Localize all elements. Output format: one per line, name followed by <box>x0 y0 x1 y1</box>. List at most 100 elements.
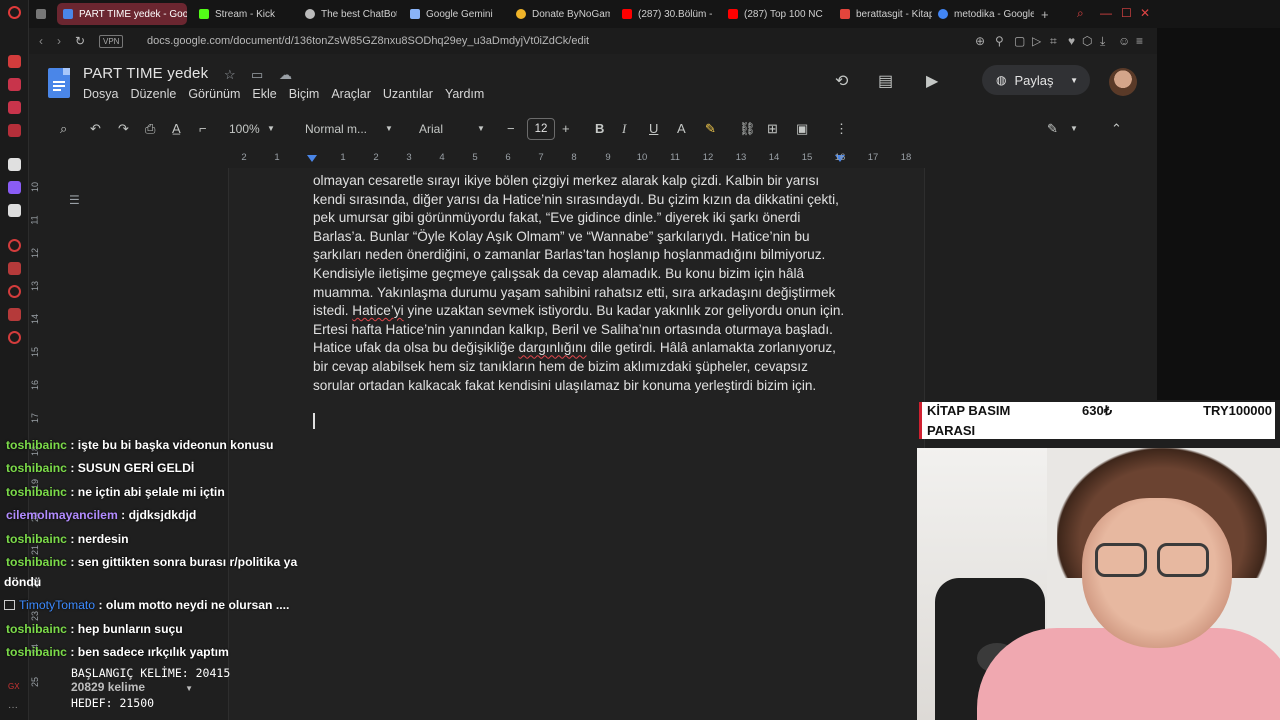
print-icon[interactable]: ⎙ <box>145 121 155 137</box>
menu-araclar[interactable]: Araçlar <box>331 87 371 101</box>
settings-gear-icon[interactable] <box>8 331 21 344</box>
maximize-icon[interactable]: ☐ <box>1121 6 1132 20</box>
decrease-font-size-icon[interactable]: − <box>507 121 515 136</box>
undo-icon[interactable]: ↶ <box>90 121 101 137</box>
chevron-down-icon[interactable]: ▼ <box>185 684 193 693</box>
search-icon[interactable]: ⌕ <box>60 121 67 137</box>
menu-dosya[interactable]: Dosya <box>83 87 118 101</box>
chatgpt-icon[interactable] <box>8 158 21 171</box>
avatar[interactable] <box>1109 68 1137 96</box>
version-history-icon[interactable]: ⟲ <box>835 71 848 91</box>
search-tabs-icon[interactable]: ⌕ <box>1077 6 1084 21</box>
star-icon[interactable]: ☆ <box>224 67 236 83</box>
style-select[interactable]: Normal m... <box>305 122 367 136</box>
menu-duzenle[interactable]: Düzenle <box>130 87 176 101</box>
increase-font-size-icon[interactable]: + <box>562 121 570 136</box>
address-bar: ‹ › ↻ VPN docs.google.com/document/d/136… <box>29 28 1157 54</box>
close-window-icon[interactable]: ✕ <box>1140 6 1150 20</box>
menu-bicim[interactable]: Biçim <box>289 87 320 101</box>
opera-logo-icon[interactable] <box>8 6 21 19</box>
tab-2[interactable]: The best ChatBot <box>299 3 397 25</box>
forward-icon[interactable]: › <box>57 34 61 48</box>
document-page[interactable]: olmayan cesaretle sırayı ikiye bölen çiz… <box>228 168 925 720</box>
url-field[interactable]: docs.google.com/document/d/136tonZsW85GZ… <box>147 35 589 47</box>
italic-icon[interactable]: I <box>622 121 626 137</box>
misspelled-word[interactable]: Hatice’yi <box>352 303 403 318</box>
editing-mode-icon[interactable]: ✎ <box>1047 121 1058 137</box>
player-icon[interactable] <box>8 239 21 252</box>
comments-icon[interactable]: ▤ <box>878 71 893 91</box>
gx-icon[interactable]: GX <box>8 682 21 695</box>
vpn-badge[interactable]: VPN <box>99 35 124 48</box>
spellcheck-icon[interactable]: A̲ <box>172 121 181 136</box>
send-icon[interactable]: ▷ <box>1032 34 1041 48</box>
tab-7[interactable]: berattasgit - Kitap <box>834 3 932 25</box>
outline-icon[interactable]: ☰ <box>69 193 80 207</box>
extensions-icon[interactable] <box>8 308 21 321</box>
camera-icon[interactable]: ⌗ <box>1050 34 1057 49</box>
tab-1[interactable]: Stream - Kick <box>193 3 293 25</box>
horizontal-ruler[interactable]: 2 1 1 2 3 4 5 6 7 8 9 10 11 12 13 14 15 16 17 18 <box>29 150 1157 168</box>
chevron-down-icon[interactable]: ▼ <box>267 124 275 133</box>
tab-8[interactable]: metodika - Google <box>932 3 1034 25</box>
more-options-icon[interactable]: ⋮ <box>835 121 848 137</box>
download-icon[interactable]: ⤓ <box>1100 34 1105 49</box>
add-comment-icon[interactable]: ⊞ <box>767 121 778 137</box>
chevron-down-icon[interactable]: ▼ <box>1070 76 1078 85</box>
snapshot-icon[interactable]: ▢ <box>1014 34 1025 48</box>
bookmarks-icon[interactable] <box>8 262 21 275</box>
link-icon[interactable]: ⛓ <box>739 121 756 137</box>
menu-icon[interactable]: ≡ <box>1136 34 1143 48</box>
tab-3[interactable]: Google Gemini <box>404 3 504 25</box>
underline-icon[interactable]: U <box>649 121 658 136</box>
menu-ekle[interactable]: Ekle <box>252 87 276 101</box>
zoom-icon[interactable]: ⊕ <box>975 34 985 48</box>
menu-uzantilar[interactable]: Uzantılar <box>383 87 433 101</box>
x-twitter-icon[interactable] <box>8 204 21 217</box>
messenger-icon[interactable] <box>8 78 21 91</box>
profile-icon[interactable]: ☺ <box>1118 34 1130 48</box>
text-color-icon[interactable]: A <box>677 121 686 136</box>
docs-logo-icon[interactable] <box>48 68 70 98</box>
share-button[interactable]: ◍ Paylaş ▼ <box>982 65 1090 95</box>
twitch-icon[interactable] <box>8 181 21 194</box>
highlight-icon[interactable]: ✎ <box>705 121 716 137</box>
workspace-icon[interactable] <box>31 3 53 25</box>
aria-icon[interactable] <box>8 55 21 68</box>
font-select[interactable]: Arial <box>419 122 443 136</box>
redo-icon[interactable]: ↷ <box>118 121 129 137</box>
instagram-icon[interactable] <box>8 101 21 114</box>
insert-image-icon[interactable]: ▣ <box>796 121 808 137</box>
tab-6[interactable]: (287) Top 100 NC <box>722 3 828 25</box>
bold-icon[interactable]: B <box>595 121 604 136</box>
tab-0[interactable]: PART TIME yedek - Goog× <box>57 3 187 25</box>
chevron-down-icon[interactable]: ▼ <box>1070 124 1078 133</box>
paint-format-icon[interactable]: ⌐ <box>199 121 207 136</box>
left-indent-marker[interactable] <box>307 155 317 162</box>
more-icon[interactable]: ··· <box>8 702 21 715</box>
hide-menus-icon[interactable]: ⌃ <box>1111 121 1122 137</box>
new-tab-button[interactable]: + <box>1035 3 1055 25</box>
heart-icon[interactable]: ♥ <box>1068 34 1075 48</box>
meet-icon[interactable]: ▶ <box>926 71 938 91</box>
zoom-select[interactable]: 100% <box>229 122 260 136</box>
document-body[interactable]: olmayan cesaretle sırayı ikiye bölen çiz… <box>313 172 853 395</box>
document-title[interactable]: PART TIME yedek <box>83 65 208 82</box>
font-size-input[interactable]: 12 <box>527 118 555 140</box>
minimize-icon[interactable]: — <box>1100 6 1112 20</box>
move-folder-icon[interactable]: ▭ <box>251 67 263 83</box>
tab-5[interactable]: (287) 30.Bölüm - <box>616 3 716 25</box>
pin-icon[interactable]: ⚲ <box>995 34 1004 48</box>
cloud-status-icon[interactable]: ☁ <box>279 67 292 83</box>
extensions-puzzle-icon[interactable]: ⬡ <box>1082 34 1092 48</box>
mail-icon[interactable] <box>8 124 21 137</box>
chevron-down-icon[interactable]: ▼ <box>385 124 393 133</box>
history-icon[interactable] <box>8 285 21 298</box>
reload-icon[interactable]: ↻ <box>75 34 85 48</box>
menu-gorunum[interactable]: Görünüm <box>188 87 240 101</box>
misspelled-word[interactable]: dargınlığını <box>519 340 587 355</box>
menu-yardim[interactable]: Yardım <box>445 87 484 101</box>
tab-4[interactable]: Donate ByNoGam <box>510 3 610 25</box>
back-icon[interactable]: ‹ <box>39 34 43 48</box>
chevron-down-icon[interactable]: ▼ <box>477 124 485 133</box>
